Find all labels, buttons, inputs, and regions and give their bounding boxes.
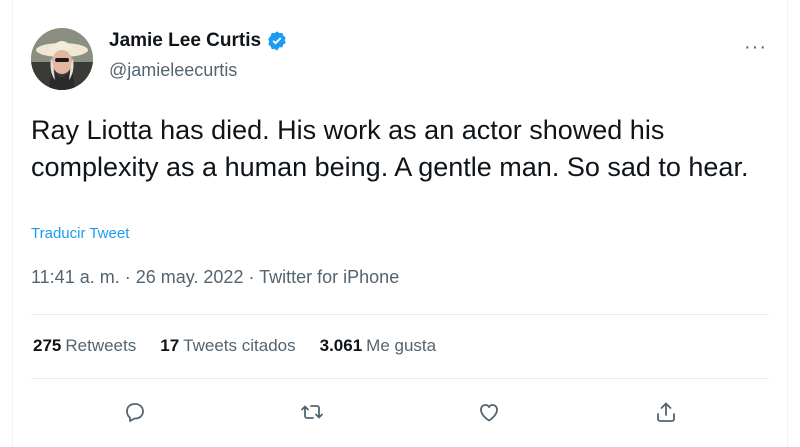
heart-icon: [480, 404, 498, 422]
avatar[interactable]: [31, 28, 93, 90]
verified-badge-icon: [266, 30, 288, 52]
retweets-stat[interactable]: 275 Retweets: [33, 336, 136, 356]
quotes-label: Tweets citados: [183, 336, 296, 355]
tweet-source[interactable]: Twitter for iPhone: [259, 267, 399, 287]
meta-separator: ·: [119, 267, 136, 287]
tweet-stats: 275 Retweets 17 Tweets citados 3.061 Me gus…: [33, 336, 460, 356]
retweets-label: Retweets: [65, 336, 137, 355]
quotes-count: 17: [160, 336, 180, 355]
likes-count: 3.061: [319, 336, 363, 355]
translate-tweet-link[interactable]: Traducir Tweet: [31, 225, 129, 242]
author-name-row[interactable]: Jamie Lee Curtis: [109, 30, 288, 52]
reply-icon: [126, 403, 144, 422]
tweet-date[interactable]: 26 may. 2022: [136, 267, 244, 287]
author-name[interactable]: Jamie Lee Curtis: [109, 30, 261, 52]
tweet-text: Ray Liotta has died. His work as an acto…: [31, 115, 749, 182]
avatar-image: [31, 28, 93, 90]
tweet-time[interactable]: 11:41 a. m.: [31, 267, 120, 287]
meta-separator: ·: [243, 267, 260, 287]
like-button[interactable]: [469, 392, 509, 432]
tweet-actions: [13, 392, 789, 432]
author-handle[interactable]: @jamieleecurtis: [109, 60, 237, 81]
share-button[interactable]: [646, 392, 686, 432]
tweet-card: Jamie Lee Curtis @jamieleecurtis ··· Ray…: [12, 0, 788, 447]
retweet-icon: [301, 405, 323, 419]
likes-stat[interactable]: 3.061 Me gusta: [320, 336, 436, 356]
retweet-button[interactable]: [292, 392, 332, 432]
tweet-meta: 11:41 a. m. · 26 may. 2022 · Twitter for…: [31, 267, 399, 288]
share-icon: [657, 402, 675, 422]
divider: [31, 378, 769, 379]
likes-label: Me gusta: [366, 336, 437, 355]
reply-button[interactable]: [115, 392, 155, 432]
more-options-icon[interactable]: ···: [744, 36, 767, 59]
divider: [31, 314, 769, 315]
retweets-count: 275: [33, 336, 62, 355]
quotes-stat[interactable]: 17 Tweets citados: [160, 336, 295, 356]
